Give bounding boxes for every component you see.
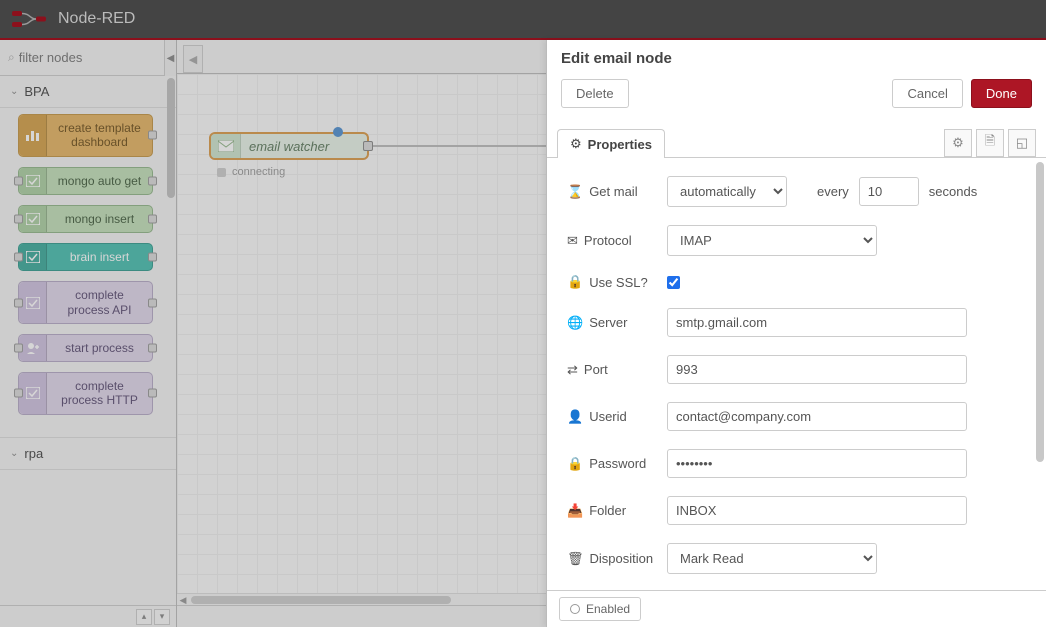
usessl-checkbox[interactable]	[667, 276, 680, 289]
server-label: Server	[589, 315, 627, 330]
seconds-label: seconds	[929, 184, 977, 199]
folder-input[interactable]	[667, 496, 967, 525]
protocol-select[interactable]: IMAP	[667, 225, 877, 256]
envelope-icon: ✉	[567, 233, 578, 249]
password-input[interactable]	[667, 449, 967, 478]
lock-icon: 🔒	[567, 274, 583, 290]
edit-node-tray: Edit email node Delete Cancel Done ⚙ Pro…	[546, 40, 1046, 627]
every-label: every	[817, 184, 849, 199]
editor-scrollbar[interactable]	[1036, 162, 1044, 462]
gear-icon: ⚙	[570, 136, 582, 152]
user-icon: 👤	[567, 409, 583, 425]
editor-title: Edit email node	[561, 50, 1032, 67]
disposition-select[interactable]: Mark Read	[667, 543, 877, 574]
enabled-toggle[interactable]: Enabled	[559, 597, 641, 621]
tab-label: Properties	[588, 137, 652, 152]
editor-form: ⌛ Get mail automatically every seconds ✉ P…	[547, 158, 1046, 590]
modal-overlay	[0, 40, 546, 627]
port-label: Port	[584, 362, 608, 377]
node-appearance-button[interactable]: ◱	[1008, 129, 1036, 157]
enabled-label: Enabled	[586, 602, 630, 616]
inbox-icon: 📥	[567, 503, 583, 519]
nodered-logo-icon	[12, 10, 48, 28]
lock-icon: 🔒	[567, 456, 583, 472]
folder-label: Folder	[589, 503, 626, 518]
shuffle-icon: ⇄	[567, 362, 578, 378]
toggle-indicator-icon	[570, 604, 580, 614]
trash-icon: 🗑	[567, 551, 584, 567]
userid-label: Userid	[589, 409, 627, 424]
done-button[interactable]: Done	[971, 79, 1032, 108]
appearance-icon: ◱	[1016, 135, 1028, 151]
tab-properties[interactable]: ⚙ Properties	[557, 129, 665, 158]
hourglass-icon: ⌛	[567, 184, 583, 200]
globe-icon: 🌐	[567, 315, 583, 331]
protocol-label: Protocol	[584, 233, 632, 248]
userid-input[interactable]	[667, 402, 967, 431]
disposition-label: Disposition	[590, 551, 654, 566]
port-input[interactable]	[667, 355, 967, 384]
refresh-interval-input[interactable]	[859, 177, 919, 206]
file-icon: 🗎	[985, 132, 995, 154]
gear-icon: ⚙	[952, 135, 964, 151]
app-header: Node-RED	[0, 0, 1046, 40]
getmail-select[interactable]: automatically	[667, 176, 787, 207]
password-label: Password	[589, 456, 646, 471]
server-input[interactable]	[667, 308, 967, 337]
getmail-label: Get mail	[589, 184, 637, 199]
usessl-label: Use SSL?	[589, 275, 648, 290]
delete-button[interactable]: Delete	[561, 79, 629, 108]
app-title: Node-RED	[58, 10, 135, 28]
node-settings-button[interactable]: ⚙	[944, 129, 972, 157]
editor-footer: Enabled	[547, 590, 1046, 627]
cancel-button[interactable]: Cancel	[892, 79, 962, 108]
node-description-button[interactable]: 🗎	[976, 129, 1004, 157]
